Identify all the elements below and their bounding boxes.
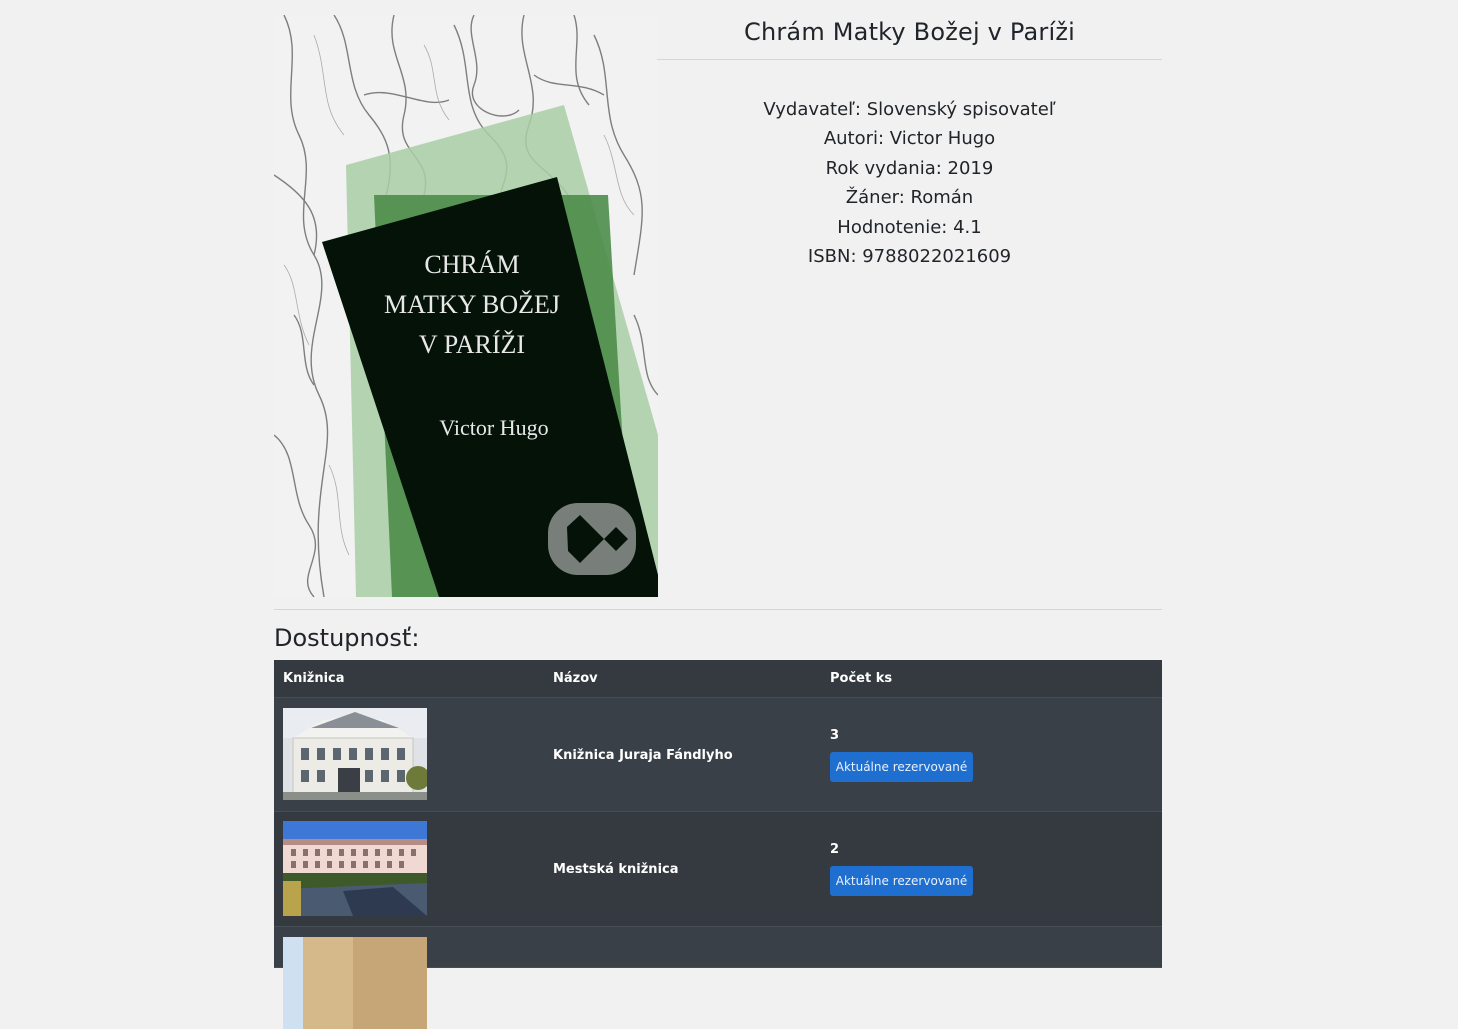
book-header: CHRÁM MATKY BOŽEJ V PARÍŽI Victor Hugo C… (274, 15, 1162, 597)
book-info: Chrám Matky Božej v Paríži Vydavateľ: Sl… (657, 15, 1162, 271)
cover-title-line2: MATKY BOŽEJ (384, 290, 560, 319)
publisher-logo-icon (548, 503, 636, 575)
book-detail-page: CHRÁM MATKY BOŽEJ V PARÍŽI Victor Hugo C… (274, 15, 1162, 1029)
book-cover-image: CHRÁM MATKY BOŽEJ V PARÍŽI Victor Hugo (274, 15, 658, 597)
availability-heading: Dostupnosť: (274, 624, 420, 652)
column-header-library: Knižnica (283, 671, 345, 686)
table-row (274, 927, 1162, 1029)
table-row: Knižnica Juraja Fándlyho 3 Aktuálne reze… (274, 698, 1162, 812)
detail-authors: Autori: Victor Hugo (823, 128, 996, 150)
section-divider (274, 609, 1162, 610)
library-photo (283, 937, 427, 1029)
page-title: Chrám Matky Božej v Paríži (657, 15, 1162, 60)
copies-count: 3 (830, 728, 840, 743)
cover-title-line1: CHRÁM (424, 250, 519, 279)
detail-rating: Hodnotenie: 4.1 (837, 216, 982, 238)
cover-title-line3: V PARÍŽI (419, 330, 525, 359)
library-photo (283, 708, 427, 800)
column-header-count: Počet ks (830, 671, 893, 686)
detail-year: Rok vydania: 2019 (825, 157, 994, 179)
detail-publisher: Vydavateľ: Slovenský spisovateľ (763, 99, 1056, 120)
table-row: Mestská knižnica 2 Aktuálne rezervované (274, 812, 1162, 927)
library-name: Mestská knižnica (553, 862, 679, 877)
cover-art: CHRÁM MATKY BOŽEJ V PARÍŽI Victor Hugo (274, 15, 658, 597)
table-header: Knižnica Názov Počet ks (274, 660, 1162, 698)
library-photo (283, 821, 427, 916)
detail-genre: Žáner: Román (845, 187, 974, 209)
library-name: Knižnica Juraja Fándlyho (553, 748, 733, 763)
copies-count: 2 (830, 842, 840, 857)
reserved-button[interactable]: Aktuálne rezervované (830, 866, 973, 896)
reserved-button[interactable]: Aktuálne rezervované (830, 752, 973, 782)
availability-table: Knižnica Názov Počet ks Knižnica Juraja … (274, 660, 1162, 1029)
book-details: Vydavateľ: Slovenský spisovateľ Autori: … (657, 95, 1162, 271)
cover-author: Victor Hugo (439, 415, 548, 440)
detail-isbn: ISBN: 9788022021609 (807, 246, 1012, 268)
column-header-name: Názov (553, 671, 598, 686)
